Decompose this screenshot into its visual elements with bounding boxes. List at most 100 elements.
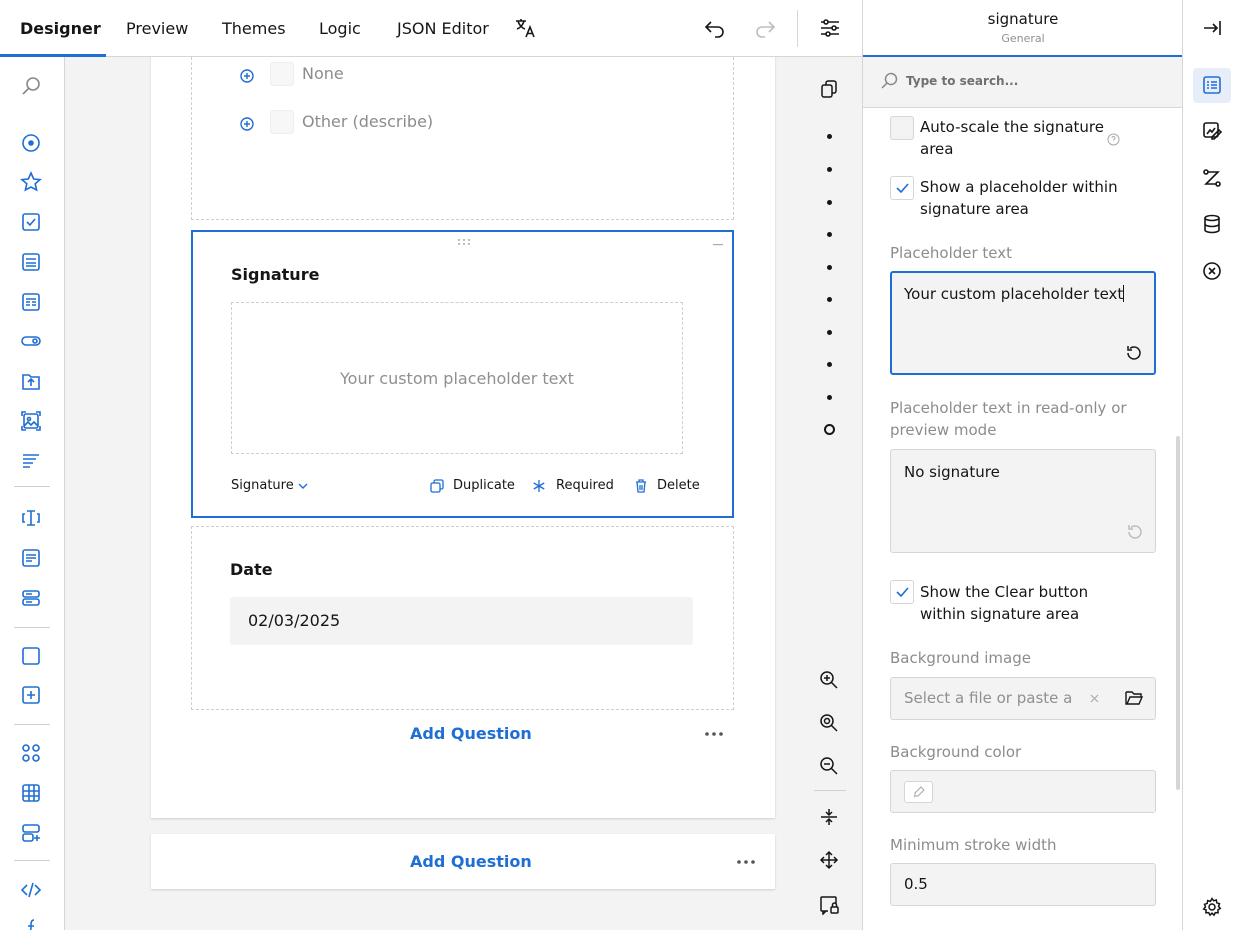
text-input-icon[interactable] [20,507,42,529]
auto-scale-checkbox[interactable] [890,116,914,140]
logic-flow-icon[interactable] [1201,167,1223,189]
show-clear-button-checkbox[interactable] [890,580,914,604]
page-nav-dot[interactable] [827,395,832,400]
scrollbar[interactable] [1176,436,1180,790]
required-button[interactable]: Required [556,478,614,493]
database-icon[interactable] [1201,213,1223,235]
help-icon[interactable] [1107,133,1120,146]
top-toolbar: Designer Preview Themes Logic JSON Edito… [0,0,862,57]
page-nav-dot[interactable] [827,297,832,302]
add-question-button[interactable]: Add Question [410,724,532,743]
dynamic-panel-icon[interactable] [20,684,42,706]
collapse-icon[interactable] [713,244,723,246]
signature-question[interactable]: Signature Your custom placeholder text S… [191,230,734,518]
background-image-placeholder: Select a file or paste a [904,689,1073,707]
checkbox-icon[interactable] [20,211,42,233]
zoom-out-icon[interactable] [818,755,840,777]
toggle-icon[interactable] [20,330,42,352]
rating-star-icon[interactable] [20,171,42,193]
duplicate-button[interactable]: Duplicate [453,478,515,493]
delete-button[interactable]: Delete [657,478,700,493]
readonly-placeholder-input[interactable]: No signature [890,449,1156,553]
matrix-dropdown-icon[interactable] [20,782,42,804]
image-picker-icon[interactable] [20,410,42,432]
signature-pad[interactable]: Your custom placeholder text [231,302,683,454]
toolbox-divider [14,860,50,861]
tab-themes[interactable]: Themes [222,0,286,57]
settings-sliders-icon[interactable] [818,16,842,40]
color-swatch[interactable] [904,781,933,803]
more-options-icon[interactable] [736,859,756,865]
translation-icon[interactable] [513,16,537,40]
choice-checkbox[interactable] [270,62,294,86]
more-options-icon[interactable] [704,731,724,737]
matrix-dynamic-icon[interactable] [20,822,42,844]
search-input[interactable]: Type to search... [906,74,1018,88]
min-stroke-width-input[interactable]: 0.5 [890,863,1156,906]
html-code-icon[interactable] [20,879,42,901]
tab-json-editor[interactable]: JSON Editor [397,0,489,57]
multiple-text-icon[interactable] [20,587,42,609]
required-asterisk-icon[interactable] [531,478,547,494]
search-icon[interactable] [20,75,42,97]
collapse-panel-icon[interactable] [1201,17,1223,39]
chevron-down-icon[interactable] [298,482,308,490]
date-input[interactable]: 02/03/2025 [230,597,693,645]
choice-label[interactable]: None [302,64,344,83]
page-nav-dot[interactable] [827,362,832,367]
trash-icon[interactable] [633,478,649,494]
question-type-selector[interactable]: Signature [231,478,294,493]
page-nav-dot[interactable] [827,200,832,205]
toolbox-divider [14,627,50,628]
expand-all-icon[interactable] [818,849,840,871]
page-nav-dot[interactable] [827,330,832,335]
page-nav-dot[interactable] [827,265,832,270]
tab-preview[interactable]: Preview [126,0,188,57]
page-nav-dot[interactable] [827,232,832,237]
property-grid-icon[interactable] [1201,74,1223,96]
question-title[interactable]: Signature [231,265,319,284]
redo-icon[interactable] [753,16,777,40]
add-choice-icon[interactable] [240,117,254,131]
folder-open-icon[interactable] [1124,688,1144,708]
gear-icon[interactable] [1201,896,1223,918]
close-circle-icon[interactable] [1201,260,1223,282]
undo-icon[interactable] [703,16,727,40]
question-title[interactable]: Date [230,560,273,579]
zoom-to-100-icon[interactable] [818,712,840,734]
reset-icon[interactable] [1124,343,1144,363]
radiogroup-icon[interactable] [20,132,42,154]
date-question[interactable]: Date 02/03/2025 [191,526,734,710]
lock-question-icon[interactable] [818,893,840,915]
page-nav-dot[interactable] [827,134,832,139]
expression-icon[interactable] [20,917,42,930]
zoom-in-icon[interactable] [818,669,840,691]
collapse-all-icon[interactable] [818,806,840,828]
multiselect-dropdown-icon[interactable] [20,291,42,313]
page-nav-dot[interactable] [827,167,832,172]
background-image-input[interactable]: Select a file or paste a [890,677,1156,720]
reset-icon [1128,525,1142,539]
page-nav-current[interactable] [824,424,835,435]
add-choice-icon[interactable] [240,69,254,83]
show-placeholder-checkbox[interactable] [890,176,914,200]
dropdown-icon[interactable] [20,251,42,273]
file-upload-icon[interactable] [20,370,42,392]
tab-designer[interactable]: Designer [20,0,101,57]
tab-logic[interactable]: Logic [319,0,361,57]
theme-palette-icon[interactable] [1201,120,1223,142]
checkbox-question[interactable]: None Other (describe) [191,57,734,220]
panel-icon[interactable] [20,645,42,667]
duplicate-icon[interactable] [429,478,445,494]
placeholder-text-input[interactable]: Your custom placeholder text [890,271,1156,375]
matrix-icon[interactable] [20,742,42,764]
choice-label[interactable]: Other (describe) [302,112,433,131]
drag-handle-icon[interactable] [457,238,471,246]
ranking-icon[interactable] [20,450,42,472]
clear-icon[interactable] [1090,694,1099,703]
page-navigator-icon[interactable] [818,78,840,100]
comment-icon[interactable] [20,547,42,569]
choice-checkbox[interactable] [270,110,294,134]
background-color-input[interactable] [890,770,1156,813]
add-question-button[interactable]: Add Question [410,852,532,871]
